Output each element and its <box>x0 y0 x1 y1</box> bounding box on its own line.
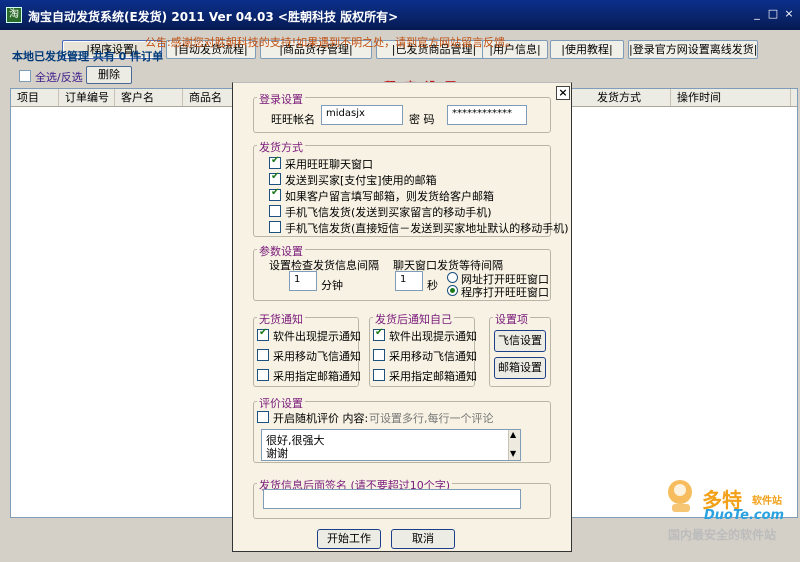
no-stock-email-label: 采用指定邮箱通知 <box>273 370 361 383</box>
check-interval-label: 设置检查发货信息间隔 <box>269 259 379 272</box>
after-ship-email-label: 采用指定邮箱通知 <box>389 370 477 383</box>
check-interval-input[interactable]: 1 <box>289 271 317 291</box>
account-label: 旺旺帐名 <box>271 113 315 126</box>
after-ship-email-checkbox[interactable] <box>373 369 385 381</box>
cancel-button[interactable]: 取消 <box>391 529 455 549</box>
no-stock-popup-checkbox[interactable] <box>257 327 269 341</box>
open-by-program-radio[interactable] <box>447 285 458 296</box>
review-line-2: 谢谢 <box>266 447 288 460</box>
shipped-summary: 本地已发货管理 共有 0 件订单 <box>12 50 164 63</box>
ship-method-legend: 发货方式 <box>257 139 305 155</box>
ship-fetion-sms-checkbox[interactable] <box>269 221 281 233</box>
brand-url: DuoTe.com <box>704 508 785 523</box>
check-interval-unit: 分钟 <box>321 279 343 292</box>
notice-text: 公告:感谢您对胜朝科技的支持!如果遇到不明之处，请到官方网站留言反馈。 <box>145 36 517 49</box>
minimize-icon[interactable]: _ <box>750 7 764 21</box>
mailbox-settings-button[interactable]: 邮箱设置 <box>494 357 546 379</box>
review-legend: 评价设置 <box>257 395 305 411</box>
password-input[interactable]: ************ <box>447 105 527 125</box>
chat-wait-input[interactable]: 1 <box>395 271 423 291</box>
column-header-customer[interactable]: 客户名 <box>115 89 183 106</box>
chat-wait-unit: 秒 <box>427 279 438 292</box>
app-icon: 淘 <box>6 7 22 23</box>
after-ship-popup-label: 软件出现提示通知 <box>389 330 477 343</box>
brand-subtitle: 软件站 <box>752 496 782 507</box>
select-all-checkbox[interactable] <box>19 70 31 82</box>
scroll-up-icon[interactable]: ▲ <box>510 430 516 439</box>
tab-official-offline[interactable]: |登录官方网设置离线发货| <box>628 40 758 59</box>
ship-alipay-email-label: 发送到买家[支付宝]使用的邮箱 <box>285 174 437 187</box>
after-ship-fetion-checkbox[interactable] <box>373 349 385 361</box>
ship-alipay-email-checkbox[interactable] <box>269 171 281 185</box>
close-window-icon[interactable]: × <box>782 7 796 21</box>
settings-legend: 设置项 <box>493 311 530 327</box>
no-stock-email-checkbox[interactable] <box>257 369 269 381</box>
open-by-url-radio[interactable] <box>447 272 458 283</box>
password-label: 密 码 <box>409 113 435 126</box>
column-header-product[interactable]: 商品名 <box>183 89 233 106</box>
random-review-checkbox[interactable] <box>257 411 269 423</box>
column-header-item[interactable]: 项目 <box>11 89 59 106</box>
no-stock-fetion-label: 采用移动飞信通知 <box>273 350 361 363</box>
no-stock-popup-label: 软件出现提示通知 <box>273 330 361 343</box>
column-header-ship-method[interactable]: 发货方式 <box>591 89 671 106</box>
title-bar[interactable]: 淘 淘宝自动发货系统(E发货) 2011 Ver 04.03 <胜朝科技 版权所… <box>0 0 800 30</box>
maximize-icon[interactable]: □ <box>766 7 780 21</box>
after-ship-legend: 发货后通知自己 <box>373 311 454 327</box>
ship-customer-email-checkbox[interactable] <box>269 187 281 201</box>
ship-fetion-message-checkbox[interactable] <box>269 205 281 217</box>
signature-input[interactable] <box>263 489 521 509</box>
fetion-settings-button[interactable]: 飞信设置 <box>494 330 546 352</box>
start-work-button[interactable]: 开始工作 <box>317 529 381 549</box>
ship-wangwang-label: 采用旺旺聊天窗口 <box>285 158 373 171</box>
ship-fetion-message-label: 手机飞信发货(发送到买家留言的移动手机) <box>285 206 492 219</box>
review-hint: 可设置多行,每行一个评论 <box>369 412 494 425</box>
scroll-down-icon[interactable]: ▼ <box>510 449 516 458</box>
random-review-label: 开启随机评价 内容: <box>273 412 369 425</box>
no-stock-fetion-checkbox[interactable] <box>257 349 269 361</box>
review-scrollbar[interactable]: ▲ ▼ <box>508 430 520 460</box>
tab-tutorial[interactable]: |使用教程| <box>550 40 624 59</box>
close-dialog-icon[interactable]: × <box>556 86 570 100</box>
account-input[interactable]: midasjx <box>321 105 403 125</box>
ship-customer-email-label: 如果客户留言填写邮箱，则发货给客户邮箱 <box>285 190 494 203</box>
column-header-op-time[interactable]: 操作时间 <box>671 89 791 106</box>
brand-slogan: 国内最安全的软件站 <box>668 528 777 542</box>
open-by-program-label: 程序打开旺旺窗口 <box>461 286 549 299</box>
review-textarea[interactable]: 很好,很强大 谢谢 ▲ ▼ <box>261 429 521 461</box>
after-ship-fetion-label: 采用移动飞信通知 <box>389 350 477 363</box>
settings-dialog: 登录设置 旺旺帐名 midasjx 密 码 ************ 发货方式 … <box>232 82 572 552</box>
ship-wangwang-checkbox[interactable] <box>269 155 281 169</box>
select-all-label[interactable]: 全选/反选 <box>35 69 83 85</box>
ship-fetion-sms-label: 手机飞信发货(直接短信－发送到买家地址默认的移动手机) <box>285 222 569 235</box>
login-legend: 登录设置 <box>257 91 305 107</box>
window-title: 淘宝自动发货系统(E发货) 2011 Ver 04.03 <胜朝科技 版权所有> <box>28 10 399 24</box>
column-header-order-id[interactable]: 订单编号 <box>59 89 115 106</box>
delete-button[interactable]: 删除 <box>86 66 132 84</box>
no-stock-legend: 无货通知 <box>257 311 305 327</box>
after-ship-popup-checkbox[interactable] <box>373 327 385 341</box>
